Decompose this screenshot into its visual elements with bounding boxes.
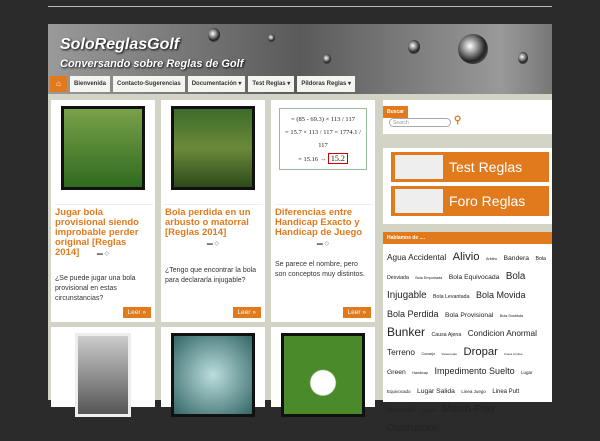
read-more-button[interactable]: Leer » — [122, 307, 151, 318]
search-input[interactable]: Search — [389, 118, 451, 127]
tag-link[interactable]: Bola Perdida — [387, 309, 439, 319]
banners-widget: Test Reglas Foro Reglas — [383, 148, 552, 224]
tag-link[interactable]: Bandera — [503, 255, 529, 262]
search-widget: Buscar Search ⚲ — [383, 100, 552, 134]
read-more-button[interactable]: Leer » — [232, 307, 261, 318]
content-area: Jugar bola provisional siendo improbable… — [48, 94, 552, 434]
formula-result: 15.2 — [327, 153, 348, 164]
site-header: SoloReglasGolf Conversando sobre Reglas … — [48, 24, 552, 94]
post-thumbnail[interactable] — [75, 333, 131, 417]
tag-link[interactable]: Dropar — [463, 346, 497, 358]
tag-cloud: Agua Accidental Alivio Arbitro Bandera B… — [383, 244, 552, 441]
tag-link[interactable]: Agua Accidental — [387, 253, 446, 262]
tag-cloud-title: Hablamos de .... — [383, 232, 552, 244]
post-card — [271, 327, 375, 417]
foro-image — [395, 189, 443, 213]
post-meta-icons: ▬ ◇ — [316, 241, 330, 247]
post-title[interactable]: Diferencias entre Handicap Exacto y Hand… — [275, 204, 373, 238]
tag-link[interactable]: Green — [387, 369, 406, 376]
site-tagline: Conversando sobre Reglas de Golf — [60, 58, 244, 70]
formula-image[interactable]: = (85 - 69.3) × 113 / 117 = 15.7 × 113 /… — [279, 108, 367, 170]
tag-link[interactable]: Obstruccion — [387, 423, 439, 434]
tag-link[interactable]: Bola Sustituta — [500, 314, 523, 318]
tag-link[interactable]: Bola Movida — [476, 290, 526, 300]
post-thumbnail[interactable] — [281, 333, 365, 417]
post-card — [51, 327, 155, 417]
tag-link[interactable]: Handicap — [412, 371, 428, 375]
home-icon[interactable]: ⌂ — [50, 76, 67, 92]
tag-cloud-widget: Hablamos de .... Agua Accidental Alivio … — [383, 232, 552, 434]
tag-link[interactable]: Bola Equivocada — [449, 274, 500, 281]
tag-link[interactable]: Arbitro — [486, 257, 497, 261]
post-excerpt: ¿Tengo que encontrar la bola para declar… — [165, 267, 257, 284]
post-meta-icons: ▬ ◇ — [96, 251, 110, 257]
post-title[interactable]: Bola perdida en un arbusto o matorral [R… — [165, 204, 263, 238]
banner-label: Test Reglas — [449, 159, 523, 175]
post-card: Bola perdida en un arbusto o matorral [R… — [161, 100, 265, 322]
post-thumbnail[interactable] — [171, 106, 255, 190]
tag-link[interactable]: Bola Levantada — [433, 294, 470, 300]
search-widget-title: Buscar — [383, 106, 408, 118]
tag-link[interactable]: Marcador — [387, 407, 416, 414]
formula-line: = 15.16 → — [298, 156, 328, 163]
tag-link[interactable]: Linea Putt — [492, 389, 519, 395]
post-meta-icons: ▬ ◇ — [206, 241, 220, 247]
search-icon[interactable]: ⚲ — [454, 115, 461, 126]
nav-test-reglas[interactable]: Test Reglas ▾ — [248, 76, 295, 92]
tag-link[interactable]: Fuera Limites — [504, 352, 522, 356]
post-thumbnail[interactable] — [171, 333, 255, 417]
top-divider — [48, 6, 552, 7]
foro-reglas-banner[interactable]: Foro Reglas — [391, 186, 549, 216]
main-nav: ⌂ Bienvenida Contacto-Sugerencias Docume… — [48, 76, 356, 92]
tag-link[interactable]: Impedimento Suelto — [435, 366, 515, 376]
nav-pildoras-reglas[interactable]: Píldoras Reglas ▾ — [297, 76, 356, 92]
post-card: Jugar bola provisional siendo improbable… — [51, 100, 155, 322]
tag-link[interactable]: Linea Juego — [461, 389, 486, 394]
tag-link[interactable]: Desempate — [442, 352, 457, 356]
post-excerpt: ¿Se puede jugar una bola provisional en … — [55, 275, 136, 302]
post-card: = (85 - 69.3) × 113 / 117 = 15.7 × 113 /… — [271, 100, 375, 322]
tag-link[interactable]: Causa Ajena — [431, 332, 461, 338]
post-card — [161, 327, 265, 417]
formula-line: = (85 - 69.3) × 113 / 117 — [291, 116, 355, 123]
tag-link[interactable]: Marcar — [422, 408, 436, 413]
test-image — [395, 155, 443, 179]
tag-link[interactable]: Consejo — [421, 352, 435, 356]
post-thumbnail[interactable] — [61, 106, 145, 190]
site-logo[interactable]: SoloReglasGolf — [60, 36, 179, 54]
post-excerpt: Se parece el nombre, pero son conceptos … — [275, 261, 365, 278]
tag-link[interactable]: Lugar Salida — [417, 388, 455, 395]
nav-contacto[interactable]: Contacto-Sugerencias — [113, 76, 185, 92]
nav-documentacion[interactable]: Documentación ▾ — [187, 76, 246, 92]
tag-link[interactable]: Alivio — [453, 251, 480, 263]
test-reglas-banner[interactable]: Test Reglas — [391, 152, 549, 182]
formula-line: = 15.7 × 113 / 117 = 1774.1 / 117 — [285, 129, 361, 149]
tag-link[interactable]: Bola Provisional — [445, 312, 493, 319]
read-more-button[interactable]: Leer » — [342, 307, 371, 318]
banner-label: Foro Reglas — [449, 193, 526, 209]
tag-link[interactable]: Bola Empotrada — [415, 276, 442, 280]
tag-link[interactable]: Match-Play — [442, 403, 495, 415]
nav-bienvenida[interactable]: Bienvenida — [70, 76, 111, 92]
tag-link[interactable]: Bunker — [387, 325, 425, 339]
